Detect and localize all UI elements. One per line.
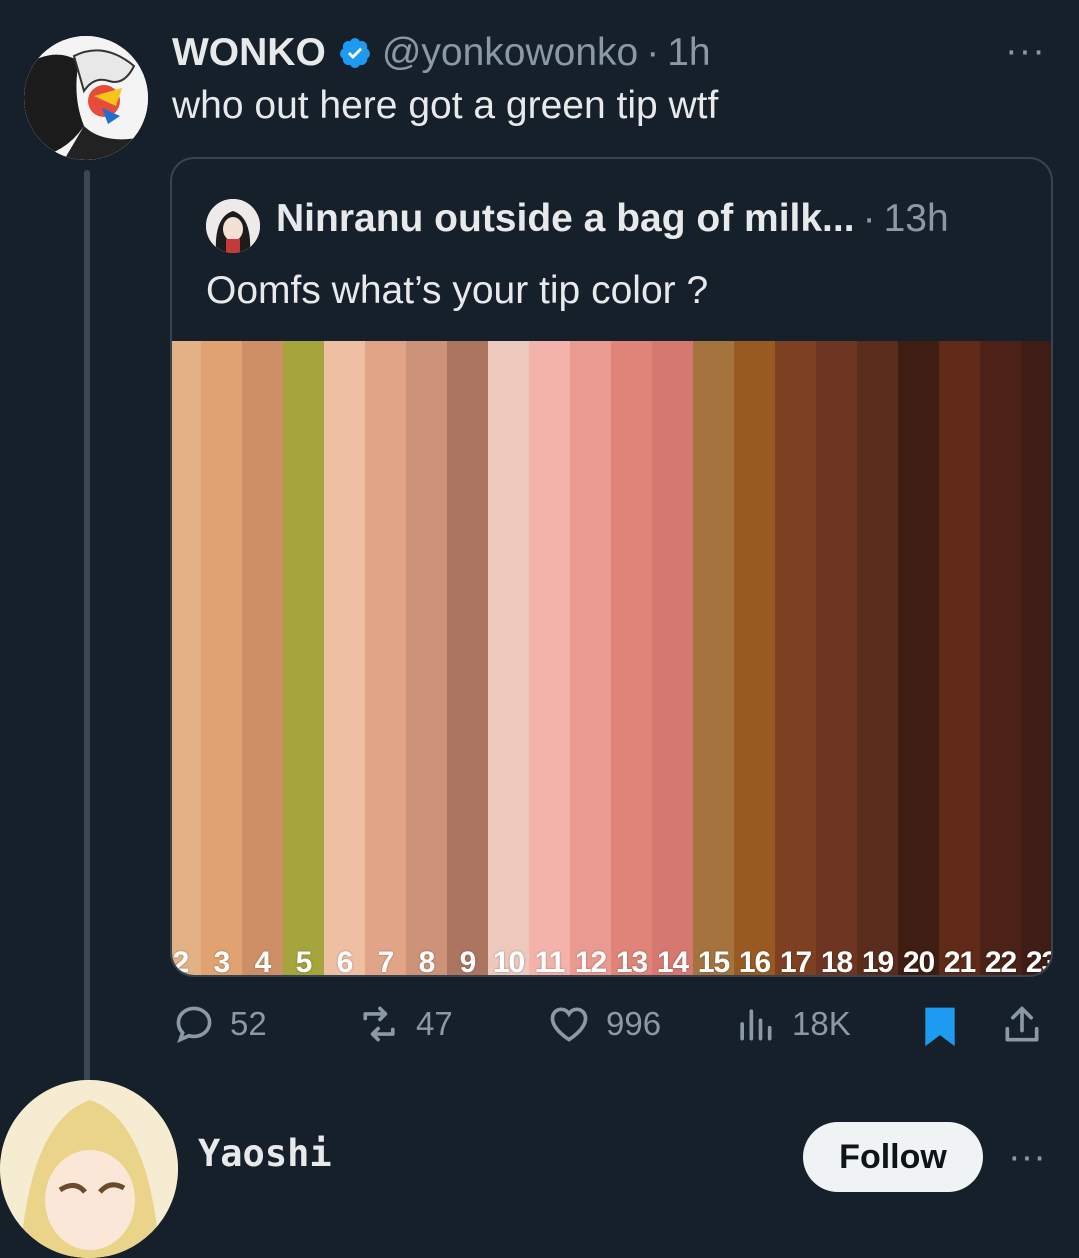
color-swatch-stripe [447,341,489,975]
swatch-number-label: 14 [656,946,689,977]
color-swatch-stripe [775,341,817,975]
like-count: 996 [606,1005,662,1042]
repost-button[interactable]: 47 [356,1002,453,1046]
swatch-number-label: 13 [615,946,648,977]
color-swatch-stripe [734,341,776,975]
color-swatch-stripe [857,341,899,975]
reply-button[interactable]: 52 [172,1002,267,1046]
color-swatch-stripe [652,341,694,975]
color-swatch-stripe [242,341,284,975]
color-swatch-stripe [406,341,448,975]
heart-icon [550,1007,588,1042]
reply-count: 52 [230,1005,267,1042]
color-swatch-stripe [201,341,243,975]
color-swatch-stripe [172,341,202,975]
swatch-number-label: 11 [534,946,566,977]
swatch-number-label: 16 [738,946,771,977]
tweet-header: WONKO @yonkowonko · 1h [172,30,711,76]
swatch-number-label: 15 [697,946,730,977]
swatch-number-label: 4 [254,946,272,977]
tip-color-swatch-image[interactable]: 234567891011121314151617181920212223 [172,341,1051,977]
thread-line [84,170,90,1085]
color-swatch-stripe [611,341,653,975]
swatch-number-label: 18 [820,946,853,977]
color-swatch-stripe [939,341,981,975]
tweet-timestamp[interactable]: 1h [667,31,710,75]
reply-more-options-button[interactable]: ··· [1008,1136,1046,1179]
view-count: 18K [792,1005,851,1042]
author-handle[interactable]: @yonkowonko [382,31,638,75]
share-icon [1005,1006,1039,1042]
color-swatch-stripe [816,341,858,975]
quoted-avatar-illustration [206,199,260,253]
color-swatch-stripe [324,341,366,975]
share-button[interactable] [1000,1002,1058,1048]
views-chart-icon [740,1009,772,1041]
separator-dot: · [862,197,876,240]
swatch-number-label: 21 [943,946,976,977]
color-swatch-stripe [570,341,612,975]
repost-count: 47 [416,1005,453,1042]
swatch-number-label: 20 [902,946,935,977]
swatch-number-label: 17 [779,946,812,977]
views-button[interactable]: 18K [732,1002,851,1046]
swatch-number-label: 3 [213,946,231,977]
color-swatch-stripe [283,341,325,975]
swatch-number-label: 9 [459,946,477,977]
swatch-number-label: 5 [295,946,313,977]
quoted-tweet-header: Ninranu outside a bag of milk... · 13h [276,197,949,241]
swatch-number-label: 19 [861,946,894,977]
reply-author-name[interactable]: Yaoshi [198,1132,332,1175]
swatch-number-label: 8 [418,946,436,977]
color-swatch-stripe [365,341,407,975]
swatch-number-label: 10 [492,946,525,977]
swatch-number-label: 7 [377,946,395,977]
color-swatch-stripe [898,341,940,975]
reply-avatar-illustration [0,1080,178,1258]
repost-icon [363,1006,395,1042]
quoted-author-name[interactable]: Ninranu outside a bag of milk... [276,197,855,241]
color-swatch-stripe [529,341,571,975]
like-button[interactable]: 996 [546,1002,661,1046]
color-swatch-stripe [693,341,735,975]
swatch-number-label: 2 [172,946,190,977]
swatch-number-label: 6 [336,946,354,977]
bookmark-button[interactable] [918,1002,976,1050]
follow-button[interactable]: Follow [803,1122,983,1192]
swatch-number-label: 22 [984,946,1017,977]
action-bar: 52 47 996 18K [170,1002,1050,1052]
author-avatar[interactable] [24,36,148,160]
quoted-tweet-text: Oomfs what’s your tip color ? [206,269,709,312]
bookmark-filled-icon [925,1007,955,1047]
tweet-text: who out here got a green tip wtf [172,84,719,127]
avatar-illustration [24,36,148,160]
more-options-button[interactable]: ··· [1005,30,1046,73]
reply-icon [176,1006,212,1043]
swatch-number-label: 12 [574,946,607,977]
quoted-timestamp[interactable]: 13h [884,197,949,241]
quoted-tweet[interactable]: Ninranu outside a bag of milk... · 13h O… [170,157,1053,977]
color-swatch-stripe [488,341,530,975]
quoted-author-avatar[interactable] [206,199,260,253]
next-reply[interactable]: Yaoshi Follow ··· [0,1080,1079,1258]
color-swatch-stripe [980,341,1022,975]
verified-badge-icon [339,38,370,68]
reply-author-avatar[interactable] [0,1080,178,1258]
separator-dot: · [646,31,660,74]
author-name[interactable]: WONKO [172,31,326,75]
color-swatch-stripe [1021,341,1051,975]
swatch-number-label: 23 [1025,946,1051,977]
